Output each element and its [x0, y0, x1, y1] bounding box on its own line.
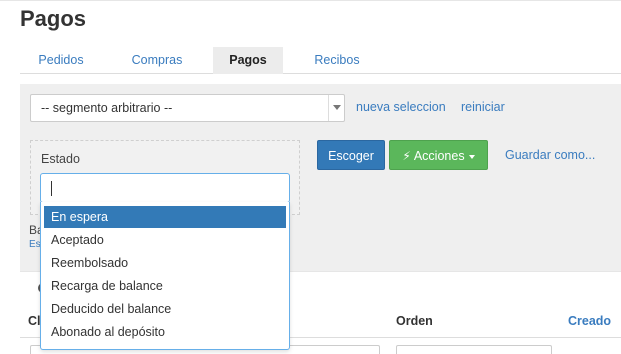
new-selection-link[interactable]: nueva seleccion	[356, 100, 446, 114]
partial-link[interactable]: Es	[29, 239, 41, 250]
column-header-order[interactable]: Orden	[396, 314, 433, 328]
option-recarga-de-balance[interactable]: Recarga de balance	[44, 275, 286, 297]
estado-label: Estado	[41, 152, 80, 166]
top-border	[0, 0, 621, 1]
option-reembolsado[interactable]: Reembolsado	[44, 252, 286, 274]
option-deducido-del-balance[interactable]: Deducido del balance	[44, 298, 286, 320]
save-as-link[interactable]: Guardar como...	[505, 148, 595, 162]
segment-select-toggle[interactable]	[328, 95, 344, 121]
tab-compras[interactable]: Compras	[118, 47, 196, 74]
column-header-created[interactable]: Creado	[568, 314, 611, 328]
estado-search-input[interactable]	[40, 173, 290, 203]
segment-select[interactable]: -- segmento arbitrario --	[30, 94, 345, 122]
order-input-partial[interactable]	[396, 345, 552, 354]
lightning-icon: ⚡	[402, 149, 411, 163]
tab-pagos[interactable]: Pagos	[213, 47, 283, 74]
page-title: Pagos	[20, 6, 87, 31]
option-en-espera[interactable]: En espera	[44, 206, 286, 228]
estado-dropdown: En espera Aceptado Reembolsado Recarga d…	[40, 202, 290, 350]
column-header-partial[interactable]: Cl	[28, 314, 41, 328]
actions-button[interactable]: ⚡ Acciones	[389, 140, 488, 170]
option-abonado-al-deposito[interactable]: Abonado al depósito	[44, 321, 286, 343]
actions-button-label: Acciones	[413, 149, 465, 163]
tab-pedidos[interactable]: Pedidos	[20, 47, 102, 74]
segment-select-value: -- segmento arbitrario --	[41, 101, 173, 115]
caret-down-icon	[468, 154, 475, 159]
tab-bar: Pedidos Compras Pagos Recibos	[20, 47, 621, 74]
tab-recibos[interactable]: Recibos	[302, 47, 372, 74]
reset-link[interactable]: reiniciar	[461, 100, 505, 114]
text-cursor	[51, 181, 52, 196]
choose-button[interactable]: Escoger	[317, 140, 385, 170]
chevron-down-icon	[333, 105, 341, 110]
option-aceptado[interactable]: Aceptado	[44, 229, 286, 251]
